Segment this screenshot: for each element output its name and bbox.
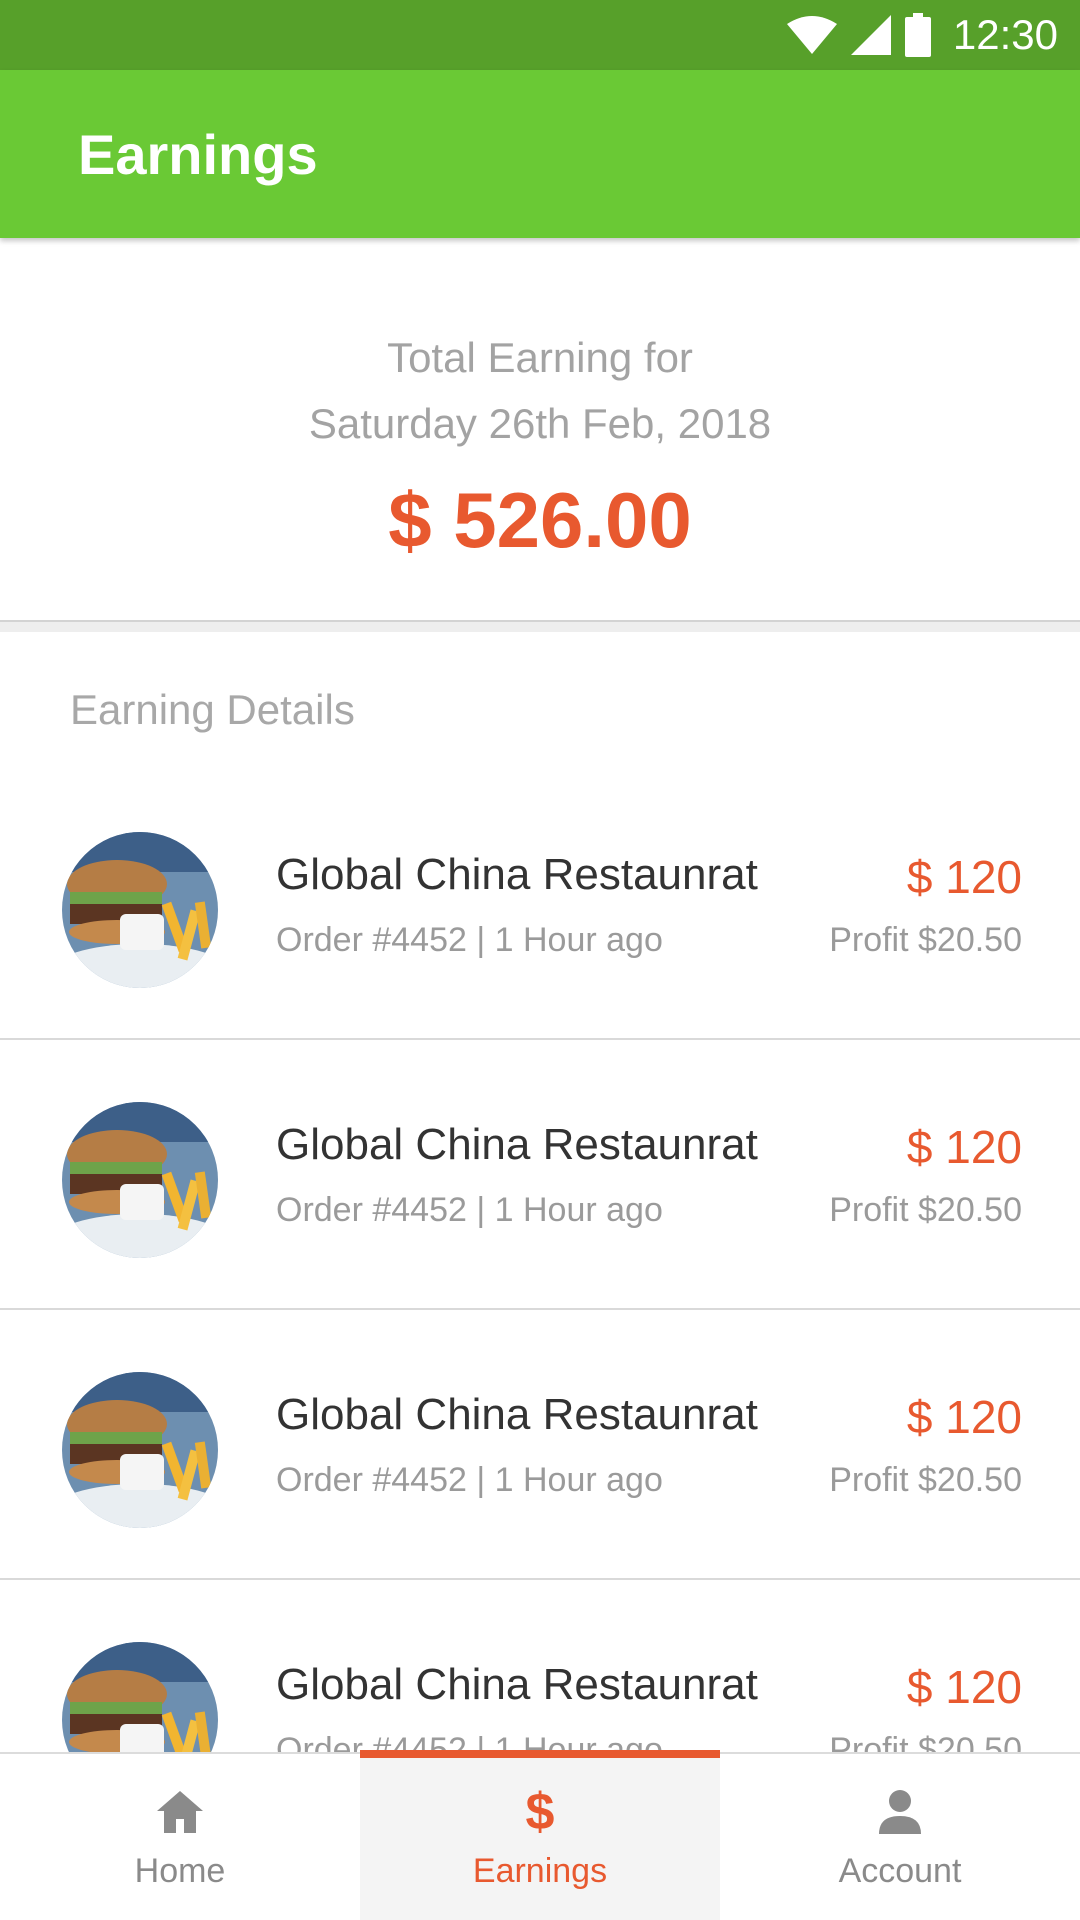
app-bar: Earnings <box>0 70 1080 238</box>
restaurant-avatar <box>62 1102 218 1258</box>
dollar-icon: $ <box>525 1782 555 1841</box>
earnings-summary: Total Earning for Saturday 26th Feb, 201… <box>0 238 1080 620</box>
summary-date: Saturday 26th Feb, 2018 <box>308 400 772 447</box>
list-item[interactable]: Global China Restaunrat Order #4452 | 1 … <box>0 1310 1080 1580</box>
restaurant-name: Global China Restaunrat <box>276 1120 758 1169</box>
order-profit: Profit $20.50 <box>829 1191 1022 1229</box>
page-title: Earnings <box>78 122 318 186</box>
wifi-icon <box>786 16 837 54</box>
order-amount: $ 120 <box>906 851 1022 903</box>
nav-label-home: Home <box>134 1851 226 1890</box>
nav-label-account: Account <box>838 1851 962 1890</box>
status-time: 12:30 <box>952 11 1058 58</box>
earnings-list: Global China Restaunrat Order #4452 | 1 … <box>0 770 1080 1850</box>
person-icon <box>879 1784 921 1840</box>
order-meta: Order #4452 | 1 Hour ago <box>276 1191 663 1229</box>
home-icon <box>157 1784 203 1840</box>
nav-item-home[interactable]: Home <box>0 1754 360 1920</box>
order-profit: Profit $20.50 <box>829 921 1022 959</box>
restaurant-name: Global China Restaunrat <box>276 1660 758 1709</box>
nav-item-earnings[interactable]: $ Earnings <box>360 1750 720 1920</box>
order-profit: Profit $20.50 <box>829 1461 1022 1499</box>
restaurant-name: Global China Restaunrat <box>276 850 758 899</box>
battery-icon <box>904 13 931 57</box>
section-title: Earning Details <box>70 686 355 733</box>
restaurant-name: Global China Restaunrat <box>276 1390 758 1439</box>
bottom-navigation: Home $ Earnings Account <box>0 1750 1080 1920</box>
order-amount: $ 120 <box>906 1121 1022 1173</box>
order-amount: $ 120 <box>906 1391 1022 1443</box>
nav-label-earnings: Earnings <box>472 1851 608 1890</box>
restaurant-avatar <box>62 1372 218 1528</box>
order-meta: Order #4452 | 1 Hour ago <box>276 1461 663 1499</box>
signal-icon <box>850 15 891 55</box>
total-earning-amount: $ 526.00 <box>388 476 692 564</box>
nav-item-account[interactable]: Account <box>720 1754 1080 1920</box>
restaurant-avatar <box>62 832 218 988</box>
status-bar: 12:30 <box>0 0 1080 70</box>
active-tab-indicator <box>360 1750 720 1758</box>
list-item[interactable]: Global China Restaunrat Order #4452 | 1 … <box>0 770 1080 1040</box>
summary-label: Total Earning for <box>387 334 693 381</box>
order-meta: Order #4452 | 1 Hour ago <box>276 921 663 959</box>
section-divider <box>0 620 1080 632</box>
list-item[interactable]: Global China Restaunrat Order #4452 | 1 … <box>0 1040 1080 1310</box>
order-amount: $ 120 <box>906 1661 1022 1713</box>
